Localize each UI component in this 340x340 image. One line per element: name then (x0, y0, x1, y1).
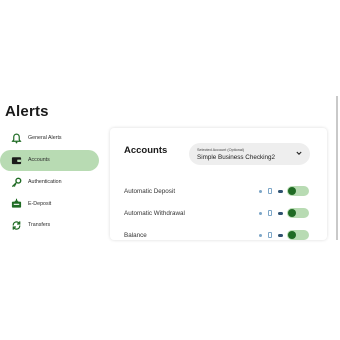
chevron-down-icon (296, 151, 302, 155)
page-title: Alerts (5, 103, 49, 120)
alert-label: Balance (124, 232, 147, 239)
scrollbar[interactable] (336, 96, 338, 240)
sidebar-item-authentication[interactable]: Authentication (0, 172, 102, 192)
wallet-icon (10, 154, 22, 166)
alerts-sidebar: General Alerts Accounts Authentication E… (0, 128, 102, 237)
email-channel-icon[interactable] (259, 212, 262, 215)
bell-icon (10, 132, 22, 144)
toggle-knob (288, 209, 296, 217)
phone-channel-icon[interactable] (268, 232, 272, 238)
sidebar-item-e-deposit[interactable]: E-Deposit (0, 194, 102, 214)
chat-channel-icon[interactable] (278, 211, 283, 215)
chat-channel-icon[interactable] (278, 233, 283, 237)
deposit-icon (10, 198, 22, 210)
sidebar-item-label: Transfers (28, 222, 51, 228)
sidebar-item-label: General Alerts (28, 135, 62, 141)
alert-row-balance: Balance (124, 230, 314, 240)
phone-channel-icon[interactable] (268, 188, 272, 194)
sidebar-item-general-alerts[interactable]: General Alerts (0, 128, 102, 148)
transfer-icon (10, 219, 22, 231)
sidebar-item-accounts[interactable]: Accounts (0, 149, 99, 171)
chat-channel-icon[interactable] (278, 189, 283, 193)
card-title: Accounts (124, 145, 168, 156)
alert-label: Automatic Withdrawal (124, 210, 185, 217)
toggle-knob (288, 187, 296, 195)
alert-toggle[interactable] (287, 208, 309, 218)
accounts-card: Accounts Selected Account (Optional) Sim… (110, 128, 327, 240)
alert-row-automatic-deposit: Automatic Deposit (124, 186, 314, 198)
alert-toggle[interactable] (287, 230, 309, 240)
email-channel-icon[interactable] (259, 190, 262, 193)
email-channel-icon[interactable] (259, 234, 262, 237)
sidebar-item-label: Authentication (28, 179, 62, 185)
toggle-knob (288, 231, 296, 239)
sidebar-item-label: Accounts (28, 157, 50, 163)
sidebar-item-label: E-Deposit (28, 200, 52, 207)
alert-toggle[interactable] (287, 186, 309, 196)
sidebar-item-transfers[interactable]: Transfers (0, 215, 102, 235)
alert-row-automatic-withdrawal: Automatic Withdrawal (124, 208, 314, 220)
account-select-caption: Selected Account (Optional) (197, 148, 245, 152)
account-select-value: Simple Business Checking2 (197, 154, 276, 161)
phone-channel-icon[interactable] (268, 210, 272, 216)
account-select[interactable]: Selected Account (Optional) Simple Busin… (189, 143, 310, 165)
alert-label: Automatic Deposit (124, 188, 176, 195)
key-icon (10, 176, 22, 188)
